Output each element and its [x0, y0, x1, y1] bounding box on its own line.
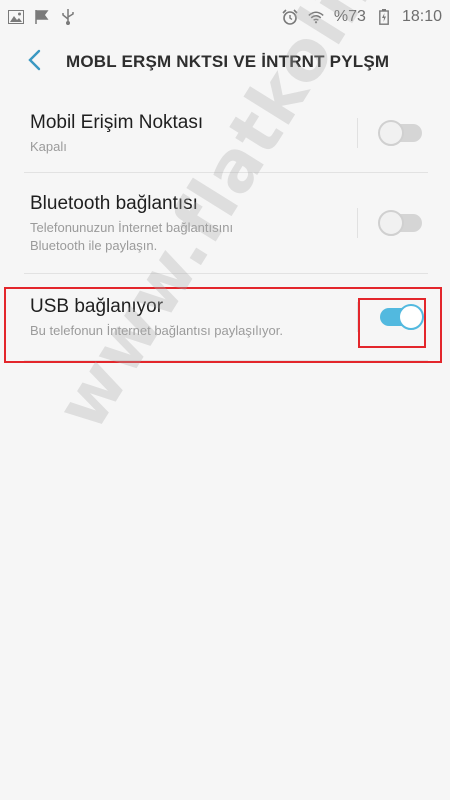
- toggle-thumb: [398, 304, 424, 330]
- vertical-divider: [357, 208, 358, 238]
- bluetooth-toggle[interactable]: [378, 209, 424, 237]
- image-icon: [8, 9, 24, 25]
- screen: %73 18:10 MOBL ERŞM NKTSI VE İNTRNT PYLŞ…: [0, 0, 450, 800]
- toggle-thumb: [378, 120, 404, 146]
- usb-icon: [60, 9, 76, 25]
- app-bar: MOBL ERŞM NKTSI VE İNTRNT PYLŞM: [0, 34, 450, 90]
- back-button[interactable]: [6, 34, 62, 90]
- chevron-left-icon: [27, 49, 41, 76]
- vertical-divider: [357, 118, 358, 148]
- list-item-usb-tethering[interactable]: USB bağlanıyor Bu telefonun İnternet bağ…: [0, 274, 450, 360]
- vertical-divider: [357, 302, 358, 332]
- toggle-thumb: [378, 210, 404, 236]
- status-bar-left: [8, 9, 76, 25]
- clock: 18:10: [401, 8, 442, 25]
- usb-toggle[interactable]: [378, 303, 424, 331]
- hotspot-toggle[interactable]: [378, 119, 424, 147]
- check-flag-icon: [34, 9, 50, 25]
